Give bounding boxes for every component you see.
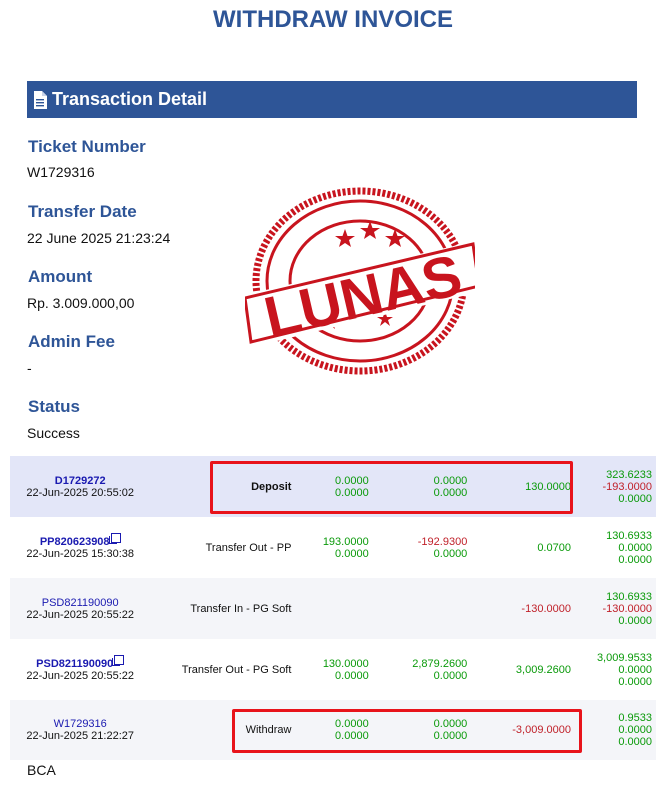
balance-value: 0.0000 <box>618 614 652 627</box>
ticket-number-label: Ticket Number <box>28 137 146 156</box>
ticket-date: 22-Jun-2025 21:22:27 <box>26 730 135 742</box>
balance-value: 0.0000 <box>618 663 652 676</box>
status-label: Status <box>28 397 80 416</box>
balance-value: 0.0000 <box>618 553 652 566</box>
ticket-date: 22-Jun-2025 20:55:02 <box>26 486 135 499</box>
section-title: Transaction Detail <box>52 89 208 109</box>
copy-icon[interactable] <box>108 533 121 544</box>
cell-value: 0.0000 <box>335 547 369 560</box>
balance-value: 0.0000 <box>618 492 652 505</box>
balance-value: 0.0000 <box>618 675 652 688</box>
amount-value: Rp. 3.009.000,00 <box>27 295 135 311</box>
ticket-number-value: W1729316 <box>27 164 95 180</box>
cell-value: 0.0700 <box>537 541 571 554</box>
copy-icon[interactable] <box>112 655 125 666</box>
admin-fee-value: - <box>27 360 32 376</box>
lunas-stamp: LUNAS <box>245 187 475 375</box>
balance-value: 0.0000 <box>618 736 652 748</box>
balance-value: -130.0000 <box>602 602 652 615</box>
balance-value: 130.6933 <box>606 529 652 542</box>
ticket-id[interactable]: PP820623908 <box>10 533 150 548</box>
ticket-id[interactable]: PSD821190090 <box>10 655 150 670</box>
transfer-date-value: 22 June 2025 21:23:24 <box>27 230 171 246</box>
document-icon <box>33 90 47 109</box>
page-title: WITHDRAW INVOICE <box>213 6 453 33</box>
transaction-type: Transfer Out - PP <box>205 541 292 554</box>
ticket-date: 22-Jun-2025 20:55:22 <box>26 608 135 621</box>
ticket-id-text[interactable]: PSD821190090 <box>36 658 113 670</box>
table-row: PP820623908 22-Jun-2025 15:30:38 Transfe… <box>10 517 656 578</box>
balance-value: 0.0000 <box>618 724 652 736</box>
ticket-id-text[interactable]: PP820623908 <box>40 536 110 548</box>
cell-value: 193.0000 <box>322 535 369 548</box>
cell-value: -130.0000 <box>521 602 571 615</box>
ticket-id[interactable]: PSD821190090 <box>10 597 150 609</box>
table-row: PSD821190090 22-Jun-2025 20:55:22 Transf… <box>10 639 656 700</box>
status-value: Success <box>27 425 80 441</box>
withdraw-highlight-box <box>232 709 582 753</box>
balance-value: 0.0000 <box>618 541 652 554</box>
admin-fee-label: Admin Fee <box>28 332 115 351</box>
cell-value: -192.9300 <box>417 535 468 548</box>
deposit-highlight-box <box>210 461 573 514</box>
cell-value: 3,009.2600 <box>515 663 571 676</box>
stamp-text: LUNAS <box>258 242 467 350</box>
bank-name: BCA <box>27 762 56 778</box>
ticket-date: 22-Jun-2025 20:55:22 <box>26 670 135 682</box>
transfer-date-label: Transfer Date <box>28 202 137 221</box>
cell-value: 2,879.2600 <box>412 657 468 670</box>
balance-value: 3,009.9533 <box>596 651 652 664</box>
cell-value: 0.0000 <box>433 669 468 682</box>
section-header: Transaction Detail <box>27 81 637 118</box>
balance-value: 130.6933 <box>606 590 652 603</box>
cell-value: 0.0000 <box>335 669 369 682</box>
table-row: PSD821190090 22-Jun-2025 20:55:22 Transf… <box>10 578 656 639</box>
cell-value: 0.0000 <box>433 547 468 560</box>
transaction-type: Transfer In - PG Soft <box>190 602 292 615</box>
ticket-id[interactable]: W1729316 <box>10 718 150 730</box>
cell-value: 130.0000 <box>322 657 369 670</box>
balance-value: 0.9533 <box>618 712 652 724</box>
ticket-id[interactable]: D1729272 <box>10 475 150 487</box>
transaction-type: Transfer Out - PG Soft <box>181 663 292 676</box>
balance-value: -193.0000 <box>602 480 652 493</box>
amount-label: Amount <box>28 267 93 286</box>
balance-value: 323.6233 <box>606 468 652 481</box>
ticket-date: 22-Jun-2025 15:30:38 <box>26 548 135 560</box>
